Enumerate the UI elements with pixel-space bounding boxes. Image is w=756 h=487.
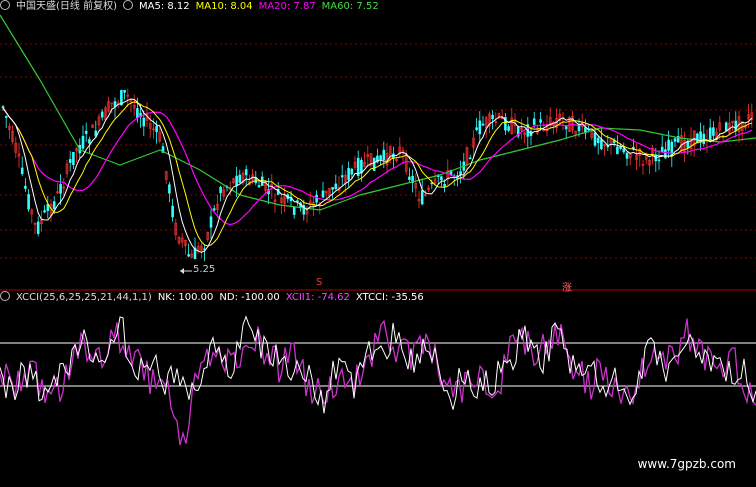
candle-body [209,216,213,228]
ma10-line [2,101,752,247]
candle-body [478,120,482,135]
candle-body [491,114,494,119]
candle-body [593,132,597,146]
candle-body [475,127,478,131]
candle-body [187,254,190,257]
candle-body [708,127,712,140]
marker-s: S [316,277,323,288]
candle-body [622,148,626,153]
candle-body [347,168,350,180]
candle-body [257,185,261,188]
xcci1-label: XCII1: -74.62 [285,292,350,303]
candle-body [696,133,699,144]
candle-body [142,117,146,127]
candle-body [72,152,75,166]
candle-body [334,183,338,190]
marker-zhang: 涨 [562,283,572,294]
candle-body [43,210,46,213]
candle-body [36,221,40,234]
candle-body [1,106,5,109]
chart-canvas[interactable] [0,0,756,487]
candle-body [340,175,344,178]
xtcci-label: XTCCI: -35.56 [355,292,424,303]
candle-body [168,184,171,194]
candle-body [331,187,334,190]
candle-body [408,176,411,181]
candle-body [350,168,354,175]
ma5-line [2,98,753,253]
candle-body [321,190,325,198]
candle-body [20,167,24,175]
nd-label: ND: -100.00 [219,292,280,303]
candle-body [481,123,485,126]
candle-body [667,139,670,151]
candle-body [238,174,242,183]
candle-body [712,127,715,136]
ma5-label: MA5: 8.12 [138,1,190,12]
candle-body [27,194,30,210]
candle-body [468,157,472,160]
ma10-label: MA10: 8.04 [195,1,253,12]
candle-body [657,159,661,162]
candle-body [292,206,296,215]
candle-body [171,205,174,218]
candle-body [507,126,510,131]
candle-body [673,138,677,142]
candle-body [84,130,88,134]
xcci1-line [0,318,756,446]
candle-body [379,155,382,160]
candle-body [113,101,117,107]
candle-body [360,159,363,174]
candle-body [420,190,424,205]
main-legend: 中国天盛(日线 前复权) MA5: 8.12 MA10: 8.04 MA20: 7.8… [0,0,385,14]
candle-body [59,184,62,194]
candle-body [68,159,72,163]
main-title: 中国天盛(日线 前复权) [16,1,117,12]
candle-body [81,135,85,149]
candle-body [100,111,104,118]
candle-body [596,137,600,143]
candle-body [600,139,603,150]
candle-body [212,208,216,211]
candle-body [443,184,446,187]
candle-body [155,125,158,133]
candle-body [616,146,619,155]
indicator-legend: XCCI(25,6,25,25,21,44,1,1) NK: 100.00 ND: … [0,291,430,305]
watermark: www.7gpzb.com [637,457,736,471]
candle-body [88,139,91,144]
candle-body [686,141,690,148]
candle-body [734,120,738,131]
candle-body [219,187,222,194]
circle-icon [0,291,10,301]
main-price-grid [0,43,756,259]
candle-body [372,157,376,171]
nk-label: NK: 100.00 [157,292,214,303]
ma60-line [0,14,756,211]
price-candlesticks [1,88,754,262]
ma20-label: MA20: 7.87 [258,1,316,12]
candle-body [459,171,462,176]
candle-body [315,194,318,203]
candle-body [4,116,8,118]
candle-body [235,175,238,187]
candle-body [24,185,27,189]
candle-body [625,152,629,159]
candle-body [244,169,248,176]
candle-body [660,146,664,153]
candle-body [702,133,706,144]
candle-body [136,108,139,118]
ma60-label: MA60: 7.52 [321,1,379,12]
candle-body [123,89,126,93]
candle-body [539,119,542,123]
circle-icon [0,0,10,10]
circle-icon [122,0,133,10]
min-price-arrow [180,268,192,274]
candle-body [724,122,728,131]
min-price-label: 5.25 [193,264,216,275]
candle-body [382,149,386,161]
indicator-title: XCCI(25,6,25,25,21,44,1,1) [16,292,152,303]
candle-body [532,118,536,125]
candle-body [440,176,443,181]
candle-body [52,201,56,210]
